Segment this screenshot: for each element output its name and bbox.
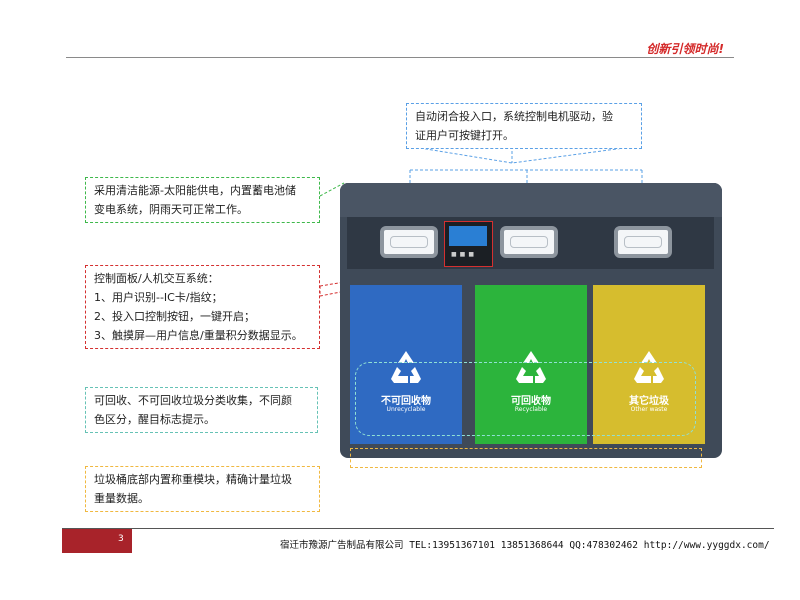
intake-slot-1 <box>380 226 438 258</box>
company-info: 宿迁市豫源广告制品有限公司 TEL:13951367101 1385136864… <box>280 540 770 551</box>
callout-weighing: 垃圾桶底部内置称重模块，精确计量垃圾 重量数据。 <box>85 466 320 512</box>
classification-highlight <box>355 362 696 436</box>
callout-control-panel: 控制面板/人机交互系统： 1、用户识别--IC卡/指纹； 2、投入口控制按钮，一… <box>85 265 320 349</box>
callout-classification: 可回收、不可回收垃圾分类收集，不同颜 色区分，醒目标志提示。 <box>85 387 318 433</box>
touch-screen <box>449 226 487 246</box>
intake-slot-2 <box>500 226 558 258</box>
footer-rule <box>62 528 774 529</box>
callout-solar-power: 采用清洁能源-太阳能供电，内置蓄电池储 变电系统，阴雨天可正常工作。 <box>85 177 320 223</box>
intake-slot-3 <box>614 226 672 258</box>
page-number: 3 <box>118 534 124 544</box>
weighing-module-highlight <box>350 448 702 468</box>
control-panel-screen: ■■■ <box>444 221 493 267</box>
trash-bin-lid <box>340 183 722 217</box>
panel-buttons-icon: ■■■ <box>451 251 478 258</box>
callout-auto-lid: 自动闭合投入口，系统控制电机驱动，验 证用户可按键打开。 <box>406 103 642 149</box>
